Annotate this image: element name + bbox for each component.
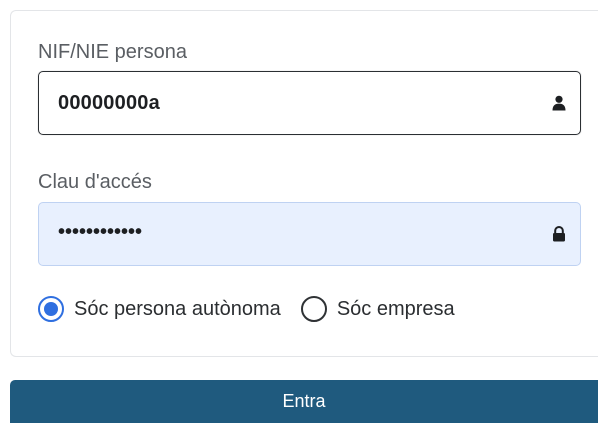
radio-persona-autonoma-label[interactable]: Sóc persona autònoma: [74, 298, 281, 321]
password-label: Clau d'accés: [38, 171, 152, 193]
nif-input[interactable]: 00000000a: [38, 71, 581, 135]
radio-persona-autonoma[interactable]: [38, 296, 64, 322]
lock-icon: [553, 226, 565, 242]
user-type-radio-group: Sóc persona autònoma Sóc empresa: [38, 291, 455, 327]
password-input-value: ••••••••••••: [58, 221, 143, 243]
radio-empresa-label[interactable]: Sóc empresa: [337, 298, 455, 321]
nif-input-value: 00000000a: [58, 91, 160, 114]
nif-label: NIF/NIE persona: [38, 41, 187, 63]
submit-button[interactable]: Entra: [10, 380, 598, 423]
password-input[interactable]: ••••••••••••: [38, 202, 581, 266]
radio-empresa[interactable]: [300, 296, 327, 322]
login-page: NIF/NIE persona 00000000a Clau d'accés •…: [0, 0, 598, 423]
user-icon: [552, 95, 566, 111]
